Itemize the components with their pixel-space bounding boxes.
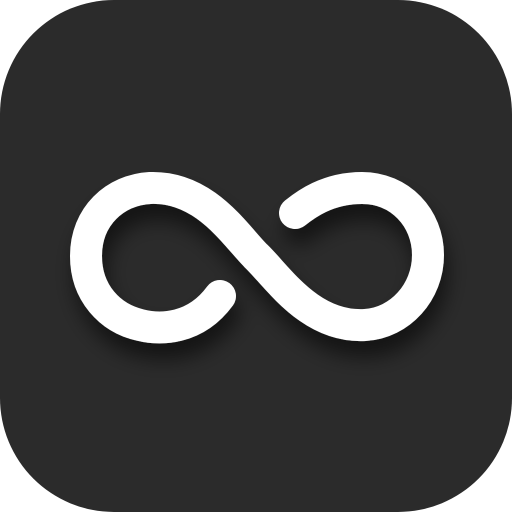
infinity-icon bbox=[70, 172, 444, 344]
app-icon[interactable] bbox=[0, 0, 512, 512]
